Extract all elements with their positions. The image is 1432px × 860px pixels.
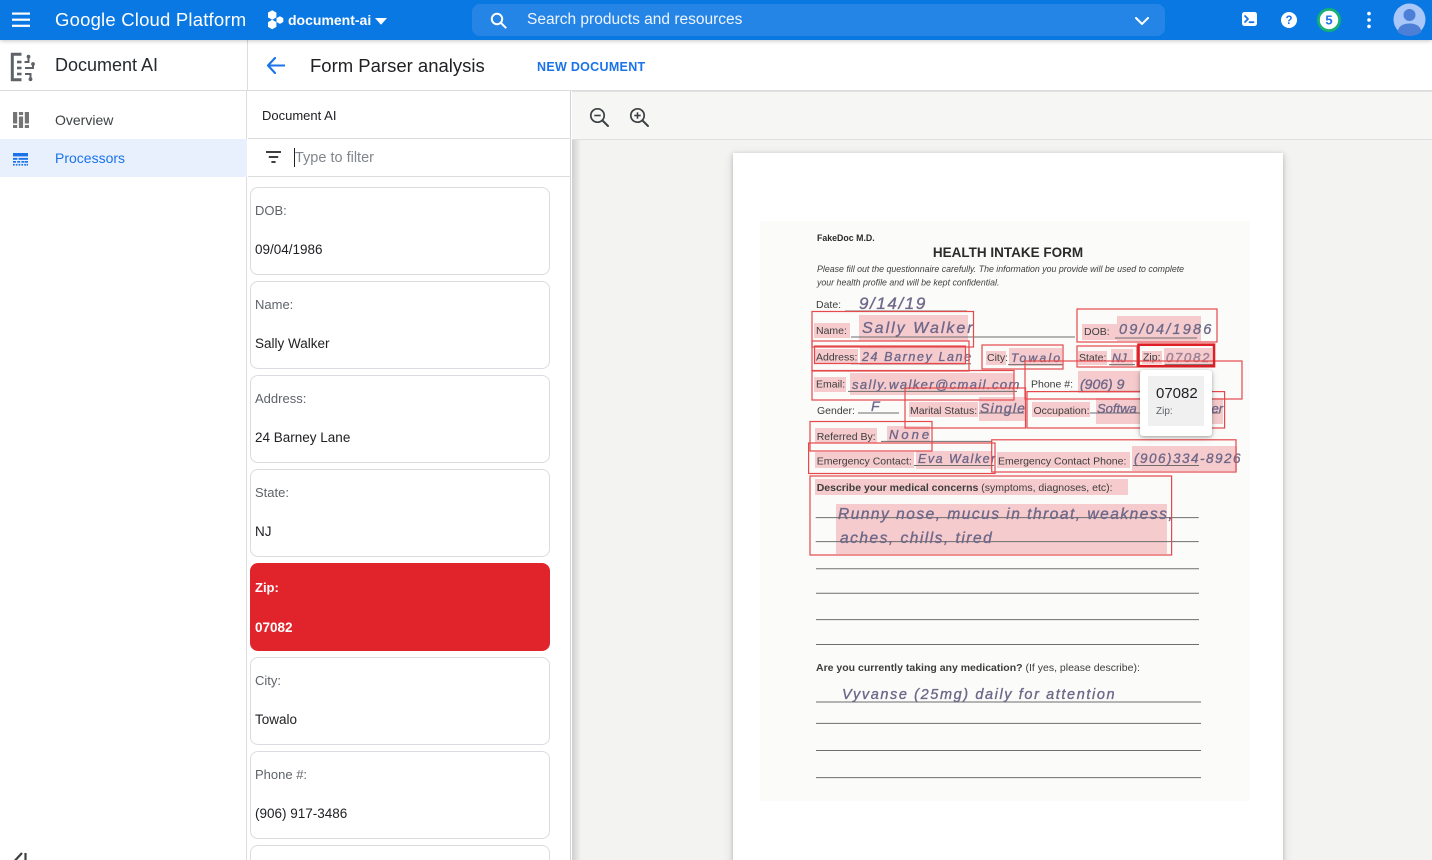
svg-text:Marital Status:: Marital Status:: [910, 405, 977, 417]
svg-text:?: ?: [1285, 15, 1292, 27]
svg-text:Sally Walker: Sally Walker: [862, 320, 975, 337]
svg-text:State:: State:: [1079, 352, 1106, 364]
svg-text:07082: 07082: [1166, 350, 1211, 365]
svg-text:Single: Single: [980, 400, 1026, 416]
svg-text:City:: City:: [987, 352, 1008, 364]
svg-text:your health profile and will b: your health profile and will be kept con…: [816, 278, 999, 288]
svg-text:NJ: NJ: [1112, 351, 1128, 365]
svg-text:Address:: Address:: [816, 352, 857, 364]
svg-text:Referred By:: Referred By:: [817, 431, 876, 443]
svg-text:er: er: [1212, 401, 1224, 416]
svg-text:Gender:: Gender:: [817, 405, 855, 417]
svg-text:Eva Walker: Eva Walker: [918, 452, 997, 466]
svg-text:Email:: Email:: [816, 379, 845, 391]
svg-text:Towalo: Towalo: [1011, 351, 1062, 365]
svg-text:Name:: Name:: [816, 325, 847, 337]
svg-text:Emergency Contact Phone:: Emergency Contact Phone:: [998, 456, 1126, 468]
svg-text:9/14/19: 9/14/19: [859, 294, 927, 313]
svg-text:Please fill out the questionna: Please fill out the questionnaire carefu…: [817, 264, 1184, 274]
svg-text:5: 5: [1325, 12, 1332, 27]
svg-text:sally.walker@cmail.com: sally.walker@cmail.com: [852, 377, 1021, 392]
svg-text:Emergency Contact:: Emergency Contact:: [817, 456, 912, 468]
svg-text:Phone #:: Phone #:: [1031, 379, 1073, 391]
svg-text:Describe your medical concerns: Describe your medical concerns (symptoms…: [817, 482, 1113, 494]
svg-text:Zip:: Zip:: [1143, 352, 1161, 364]
svg-text:(906) 9: (906) 9: [1080, 376, 1125, 392]
svg-text:Occupation:: Occupation:: [1034, 405, 1090, 417]
svg-text:24 Barney Lane: 24 Barney Lane: [861, 350, 973, 364]
svg-text:Date:: Date:: [816, 299, 841, 311]
svg-text:None: None: [889, 427, 932, 442]
svg-text:aches, chills, tired: aches, chills, tired: [840, 530, 993, 547]
svg-text:09/04/1986: 09/04/1986: [1119, 322, 1214, 338]
svg-text:(906)334-8926: (906)334-8926: [1134, 451, 1242, 466]
svg-text:DOB:: DOB:: [1084, 326, 1110, 338]
svg-text:Vyvanse (25mg) daily for atten: Vyvanse (25mg) daily for attention: [842, 687, 1116, 703]
svg-text:HEALTH INTAKE FORM: HEALTH INTAKE FORM: [933, 245, 1083, 260]
svg-text:Runny nose, mucus in throat, w: Runny nose, mucus in throat, weakness,: [838, 506, 1174, 523]
svg-text:Softwa: Softwa: [1097, 401, 1137, 416]
svg-text:Are you currently taking any m: Are you currently taking any medication?…: [816, 662, 1140, 674]
svg-text:FakeDoc M.D.: FakeDoc M.D.: [817, 233, 875, 243]
